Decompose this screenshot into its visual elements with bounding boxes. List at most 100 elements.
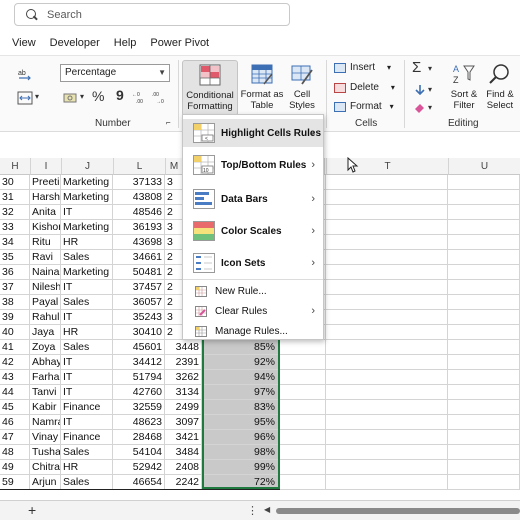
cell-h[interactable]: 40 <box>0 325 30 340</box>
delete-button[interactable]: Delete ▾ <box>334 82 395 93</box>
cell-empty[interactable] <box>448 205 520 220</box>
cell-h[interactable]: 49 <box>0 460 30 475</box>
cell-l[interactable]: 30410 <box>113 325 165 340</box>
cell-empty[interactable] <box>448 370 520 385</box>
cell-dept[interactable]: HR <box>61 235 113 250</box>
cell-m[interactable]: 3134 <box>165 385 202 400</box>
cell-dept[interactable]: IT <box>61 310 113 325</box>
cell-dept[interactable]: Sales <box>61 475 113 490</box>
cell-name[interactable]: Namrata <box>30 415 61 430</box>
cell-empty[interactable] <box>326 430 448 445</box>
cell-l[interactable]: 37133 <box>113 175 165 190</box>
add-sheet-button[interactable]: + <box>28 502 36 518</box>
cell-l[interactable]: 37457 <box>113 280 165 295</box>
cell-dept[interactable]: IT <box>61 370 113 385</box>
cell-name[interactable]: Zoya <box>30 340 61 355</box>
cell-empty[interactable] <box>448 310 520 325</box>
tab-power-pivot[interactable]: Power Pivot <box>150 37 209 49</box>
cell-h[interactable]: 41 <box>0 340 30 355</box>
cell-name[interactable]: Ritu <box>30 235 61 250</box>
cell-l[interactable]: 43808 <box>113 190 165 205</box>
cell-dept[interactable]: IT <box>61 415 113 430</box>
menu-item-color-scales[interactable]: Color Scales › <box>183 217 323 245</box>
cell-name[interactable]: Arjun <box>30 475 61 490</box>
cell-h[interactable]: 46 <box>0 415 30 430</box>
cell-empty[interactable] <box>326 340 448 355</box>
cell-empty[interactable] <box>326 190 448 205</box>
cell-h[interactable]: 42 <box>0 355 30 370</box>
cell-empty[interactable] <box>326 205 448 220</box>
cell-empty[interactable] <box>448 430 520 445</box>
cell-name[interactable]: Anita <box>30 205 61 220</box>
search-input[interactable] <box>47 8 267 21</box>
sort-filter-button[interactable]: AZ Sort & Filter <box>444 60 484 111</box>
cell-empty[interactable] <box>326 280 448 295</box>
cell-name[interactable]: Tushar <box>30 445 61 460</box>
cell-empty[interactable] <box>326 310 448 325</box>
fill-icon[interactable] <box>412 83 428 97</box>
tab-help[interactable]: Help <box>114 37 137 49</box>
cell-empty[interactable] <box>326 475 448 490</box>
cell-l[interactable]: 34661 <box>113 250 165 265</box>
col-header-j[interactable]: J <box>61 158 113 175</box>
cell-pct[interactable]: 97% <box>202 385 280 400</box>
cell-empty[interactable] <box>448 400 520 415</box>
cell-empty[interactable] <box>448 250 520 265</box>
cell-h[interactable]: 33 <box>0 220 30 235</box>
cell-dept[interactable]: Sales <box>61 445 113 460</box>
tab-developer[interactable]: Developer <box>50 37 100 49</box>
cell-name[interactable]: Harsh <box>30 190 61 205</box>
chevron-down-icon[interactable]: ▾ <box>80 92 84 101</box>
cell-l[interactable]: 52942 <box>113 460 165 475</box>
cell-name[interactable]: Ravi <box>30 250 61 265</box>
cell-name[interactable]: Payal <box>30 295 61 310</box>
decrease-decimal-icon[interactable]: .00 →0 <box>152 89 170 105</box>
cell-empty[interactable] <box>326 220 448 235</box>
cell-h[interactable]: 32 <box>0 205 30 220</box>
cell-name[interactable]: Tanvi <box>30 385 61 400</box>
cell-m[interactable]: 2242 <box>165 475 202 490</box>
horizontal-scrollbar[interactable] <box>276 508 520 514</box>
cell-name[interactable]: Farhan <box>30 370 61 385</box>
format-button[interactable]: Format ▾ <box>334 101 394 112</box>
cell-empty[interactable] <box>448 220 520 235</box>
merge-center-icon[interactable] <box>16 90 34 106</box>
accounting-format-icon[interactable] <box>62 90 82 106</box>
cell-empty[interactable] <box>448 460 520 475</box>
cell-empty[interactable] <box>326 325 448 340</box>
tab-view[interactable]: View <box>12 37 36 49</box>
cell-h[interactable]: 36 <box>0 265 30 280</box>
cell-name[interactable]: Kabir <box>30 400 61 415</box>
menu-item-highlight-cells-rules[interactable]: < Highlight Cells Rules › <box>183 119 323 147</box>
col-header-l[interactable]: L <box>113 158 165 175</box>
col-header-h[interactable]: H <box>0 158 30 175</box>
cell-empty[interactable] <box>326 295 448 310</box>
cell-pct[interactable]: 95% <box>202 415 280 430</box>
cell-dept[interactable]: Sales <box>61 295 113 310</box>
cell-dept[interactable]: Finance <box>61 400 113 415</box>
cell-l[interactable]: 50481 <box>113 265 165 280</box>
cell-empty[interactable] <box>448 340 520 355</box>
cell-empty[interactable] <box>326 385 448 400</box>
text-direction-icon[interactable]: ab <box>16 66 34 82</box>
cell-dept[interactable]: IT <box>61 205 113 220</box>
col-header-m[interactable]: M <box>165 158 182 175</box>
cell-m[interactable]: 3097 <box>165 415 202 430</box>
chevron-down-icon[interactable]: ▾ <box>428 64 432 73</box>
cell-empty[interactable] <box>326 235 448 250</box>
cell-empty[interactable] <box>280 430 326 445</box>
cell-dept[interactable]: Finance <box>61 430 113 445</box>
cell-pct[interactable]: 98% <box>202 445 280 460</box>
cell-empty[interactable] <box>448 280 520 295</box>
cell-styles-button[interactable]: Cell Styles <box>284 60 320 111</box>
cell-empty[interactable] <box>280 400 326 415</box>
cell-m[interactable]: 3448 <box>165 340 202 355</box>
cell-l[interactable]: 54104 <box>113 445 165 460</box>
dialog-launcher-icon[interactable]: ⌐ <box>166 118 171 127</box>
cell-l[interactable]: 34412 <box>113 355 165 370</box>
cell-empty[interactable] <box>326 355 448 370</box>
cell-l[interactable]: 48546 <box>113 205 165 220</box>
cell-m[interactable]: 3421 <box>165 430 202 445</box>
cell-empty[interactable] <box>326 400 448 415</box>
cell-name[interactable]: Rahul <box>30 310 61 325</box>
